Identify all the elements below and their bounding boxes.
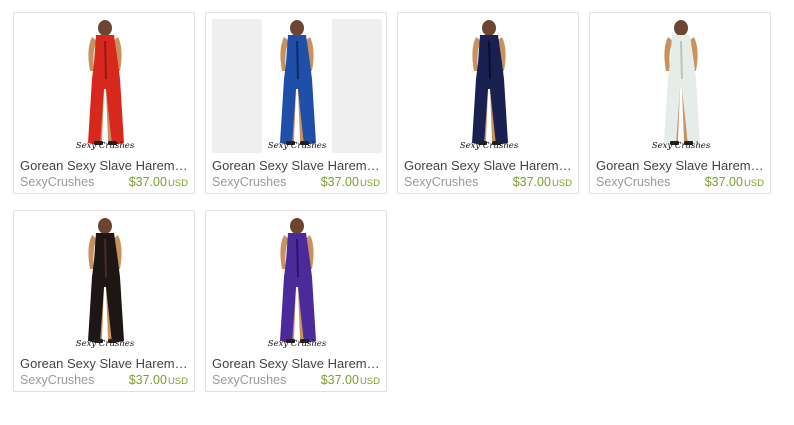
listing-image[interactable]: Sexy Crushes	[212, 19, 382, 153]
price-currency: USD	[551, 178, 572, 189]
shop-name[interactable]: SexyCrushes	[20, 174, 94, 190]
shop-name[interactable]: SexyCrushes	[212, 372, 286, 388]
shop-name[interactable]: SexyCrushes	[404, 174, 478, 190]
listing-title[interactable]: Gorean Sexy Slave Harem Kaftan Dress	[404, 158, 574, 174]
listing-card[interactable]: Sexy Crushes Gorean Sexy Slave Harem Kaf…	[397, 12, 579, 194]
price-currency: USD	[359, 178, 380, 189]
listing-title[interactable]: Gorean Sexy Slave Harem Kaftan Dress	[212, 356, 382, 372]
listing-image[interactable]: Sexy Crushes	[596, 19, 766, 153]
product-photo: Sexy Crushes	[404, 19, 574, 153]
listing-card[interactable]: Sexy Crushes Gorean Sexy Slave Harem Kaf…	[13, 210, 195, 392]
price-currency: USD	[167, 376, 188, 387]
svg-text:Sexy Crushes: Sexy Crushes	[652, 141, 711, 151]
listing-image[interactable]: Sexy Crushes	[404, 19, 574, 153]
listing-card[interactable]: Sexy Crushes Gorean Sexy Slave Harem Kaf…	[205, 12, 387, 194]
listing-image[interactable]: Sexy Crushes	[20, 19, 190, 153]
listing-price: $37.00USD	[321, 372, 380, 390]
price-amount: $37.00	[128, 373, 167, 387]
listing-image[interactable]: Sexy Crushes	[20, 217, 190, 351]
price-currency: USD	[359, 376, 380, 387]
product-photo: Sexy Crushes	[212, 217, 382, 351]
svg-text:Sexy Crushes: Sexy Crushes	[76, 141, 135, 151]
svg-text:Sexy Crushes: Sexy Crushes	[76, 339, 135, 349]
svg-text:Sexy Crushes: Sexy Crushes	[460, 141, 519, 151]
listing-image[interactable]: Sexy Crushes	[212, 217, 382, 351]
listing-title[interactable]: Gorean Sexy Slave Harem Kaftan Dress	[212, 158, 382, 174]
listing-title[interactable]: Gorean Sexy Slave Harem Kaftan Dress	[596, 158, 766, 174]
product-photo: Sexy Crushes	[212, 19, 382, 153]
price-currency: USD	[167, 178, 188, 189]
product-photo: Sexy Crushes	[20, 19, 190, 153]
price-amount: $37.00	[128, 175, 167, 189]
listing-card[interactable]: Sexy Crushes Gorean Sexy Slave Harem Kaf…	[13, 12, 195, 194]
price-amount: $37.00	[512, 175, 551, 189]
listing-price: $37.00USD	[321, 174, 380, 192]
product-photo: Sexy Crushes	[20, 217, 190, 351]
price-amount: $37.00	[320, 175, 359, 189]
svg-text:Sexy Crushes: Sexy Crushes	[268, 141, 327, 151]
shop-name[interactable]: SexyCrushes	[212, 174, 286, 190]
listing-price: $37.00USD	[705, 174, 764, 192]
price-amount: $37.00	[320, 373, 359, 387]
listing-title[interactable]: Gorean Sexy Slave Harem Kaftan Dress	[20, 356, 190, 372]
svg-text:Sexy Crushes: Sexy Crushes	[268, 339, 327, 349]
listing-card[interactable]: Sexy Crushes Gorean Sexy Slave Harem Kaf…	[589, 12, 771, 194]
shop-name[interactable]: SexyCrushes	[596, 174, 670, 190]
listing-title[interactable]: Gorean Sexy Slave Harem Kaftan Dress	[20, 158, 190, 174]
listing-price: $37.00USD	[513, 174, 572, 192]
listing-price: $37.00USD	[129, 174, 188, 192]
price-amount: $37.00	[704, 175, 743, 189]
price-currency: USD	[743, 178, 764, 189]
product-photo: Sexy Crushes	[596, 19, 766, 153]
listing-card[interactable]: Sexy Crushes Gorean Sexy Slave Harem Kaf…	[205, 210, 387, 392]
shop-name[interactable]: SexyCrushes	[20, 372, 94, 388]
listing-price: $37.00USD	[129, 372, 188, 390]
